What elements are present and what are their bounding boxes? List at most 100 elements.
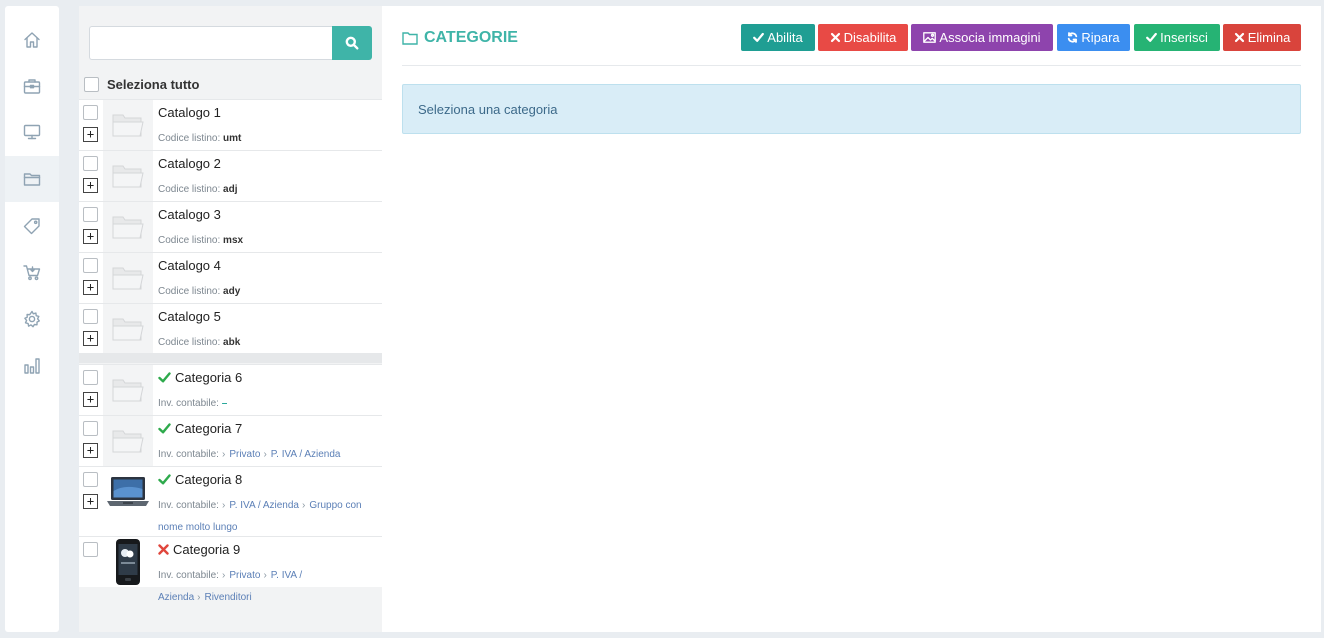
search-icon <box>345 36 359 50</box>
row-subtitle: Codice listino: adj <box>158 184 238 195</box>
nav-tag[interactable] <box>5 203 59 249</box>
row-title: Categoria 8 <box>158 472 242 487</box>
category-row[interactable]: Categoria 9 Inv. contabile: › Privato › P. I… <box>79 536 382 603</box>
row-title: Catalogo 2 <box>158 156 221 171</box>
search-button[interactable] <box>332 26 372 60</box>
row-title: Catalogo 3 <box>158 207 221 222</box>
row-title: Catalogo 4 <box>158 258 221 273</box>
row-checkbox[interactable] <box>83 207 98 222</box>
catalog-row[interactable]: + Catalogo 2 Codice listino: adj <box>79 150 382 201</box>
category-row[interactable]: + Categoria 8 Inv. contabile: › P. IVA / A… <box>79 466 382 536</box>
folder-thumbnail <box>103 304 153 354</box>
row-checkbox[interactable] <box>83 542 98 557</box>
row-subtitle: Inv. contabile: – <box>158 398 228 409</box>
select-all-checkbox[interactable] <box>84 77 99 92</box>
row-checkbox[interactable] <box>83 156 98 171</box>
folder-icon <box>23 173 41 186</box>
folder-thumbnail <box>103 253 153 303</box>
expand-toggle[interactable]: + <box>83 392 98 407</box>
folder-icon <box>112 114 144 137</box>
delete-button[interactable]: Elimina <box>1223 24 1301 51</box>
folder-thumbnail <box>103 151 153 201</box>
folder-thumbnail <box>103 100 153 150</box>
category-panel: Seleziona tutto + Catalogo 1 Codice list… <box>79 6 382 632</box>
expand-toggle[interactable]: + <box>83 280 98 295</box>
row-checkbox[interactable] <box>83 258 98 273</box>
row-checkbox[interactable] <box>83 421 98 436</box>
path-link[interactable]: P. IVA / Azienda <box>271 449 341 460</box>
category-row[interactable]: + Categoria 7 Inv. contabile: › Privato › P.… <box>79 415 382 466</box>
refresh-icon <box>1068 32 1078 43</box>
disable-button[interactable]: Disabilita <box>818 24 908 51</box>
expand-toggle[interactable]: + <box>83 494 98 509</box>
folder-icon <box>112 379 144 402</box>
nav-folder[interactable] <box>5 156 59 202</box>
path-link[interactable]: Rivenditori <box>204 592 251 603</box>
folder-thumbnail <box>103 416 153 466</box>
folder-icon <box>112 165 144 188</box>
row-title: Catalogo 1 <box>158 105 221 120</box>
row-subtitle: Codice listino: umt <box>158 133 242 144</box>
expand-toggle[interactable]: + <box>83 178 98 193</box>
check-icon <box>158 423 171 434</box>
repair-button[interactable]: Ripara <box>1057 24 1130 51</box>
row-title: Categoria 6 <box>158 370 242 385</box>
enable-button[interactable]: Abilita <box>741 24 815 51</box>
catalog-row[interactable]: + Catalogo 4 Codice listino: ady <box>79 252 382 303</box>
header-divider <box>402 65 1301 66</box>
row-title: Categoria 7 <box>158 421 242 436</box>
main-content: CATEGORIE Abilita Disabilita Associa imm… <box>382 6 1321 632</box>
monitor-icon <box>23 124 41 140</box>
nav-settings[interactable] <box>5 296 59 342</box>
row-title: Catalogo 5 <box>158 309 221 324</box>
home-icon <box>24 32 40 48</box>
nav-reports[interactable] <box>5 343 59 389</box>
expand-toggle[interactable]: + <box>83 127 98 142</box>
folder-icon <box>402 32 418 45</box>
laptop-thumbnail <box>103 467 153 517</box>
check-icon <box>1146 32 1158 42</box>
row-title: Categoria 9 <box>158 542 240 557</box>
catalog-row[interactable]: + Catalogo 3 Codice listino: msx <box>79 201 382 252</box>
folder-icon <box>112 267 144 290</box>
cart-icon <box>23 265 41 281</box>
search-input[interactable] <box>89 26 333 60</box>
group-divider <box>79 353 382 363</box>
expand-toggle[interactable]: + <box>83 331 98 346</box>
folder-icon <box>112 216 144 239</box>
image-icon <box>923 32 937 43</box>
insert-button[interactable]: Inserisci <box>1134 24 1220 51</box>
path-link[interactable]: Privato <box>229 449 260 460</box>
path-link[interactable]: P. IVA / Azienda <box>229 500 299 511</box>
gear-icon <box>24 310 40 328</box>
catalog-row[interactable]: + Catalogo 1 Codice listino: umt <box>79 99 382 150</box>
nav-monitor[interactable] <box>5 109 59 155</box>
select-all-label: Seleziona tutto <box>107 77 200 92</box>
row-checkbox[interactable] <box>83 105 98 120</box>
alert-message: Seleziona una categoria <box>418 101 558 117</box>
phone-image <box>116 539 140 585</box>
check-icon <box>158 474 171 485</box>
nav-rail <box>5 6 59 632</box>
folder-icon <box>112 318 144 341</box>
nav-home[interactable] <box>5 17 59 63</box>
nav-briefcase[interactable] <box>5 63 59 109</box>
folder-thumbnail <box>103 202 153 252</box>
expand-toggle[interactable]: + <box>83 443 98 458</box>
cross-icon <box>158 544 169 555</box>
row-checkbox[interactable] <box>83 472 98 487</box>
expand-toggle[interactable]: + <box>83 229 98 244</box>
folder-thumbnail <box>103 365 153 415</box>
nav-cart[interactable] <box>5 249 59 295</box>
row-subtitle: Inv. contabile: › Privato › P. IVA / Azienda… <box>158 570 303 603</box>
row-checkbox[interactable] <box>83 370 98 385</box>
close-icon <box>830 32 840 43</box>
row-checkbox[interactable] <box>83 309 98 324</box>
bar-chart-icon <box>24 358 40 374</box>
associate-images-button[interactable]: Associa immagini <box>911 24 1053 51</box>
row-subtitle: Inv. contabile: › Privato › P. IVA / Azienda <box>158 449 341 460</box>
check-icon <box>753 32 765 42</box>
path-link[interactable]: Privato <box>229 570 260 581</box>
catalog-row[interactable]: + Catalogo 5 Codice listino: abk <box>79 303 382 354</box>
category-row[interactable]: + Categoria 6 Inv. contabile: – <box>79 364 382 415</box>
